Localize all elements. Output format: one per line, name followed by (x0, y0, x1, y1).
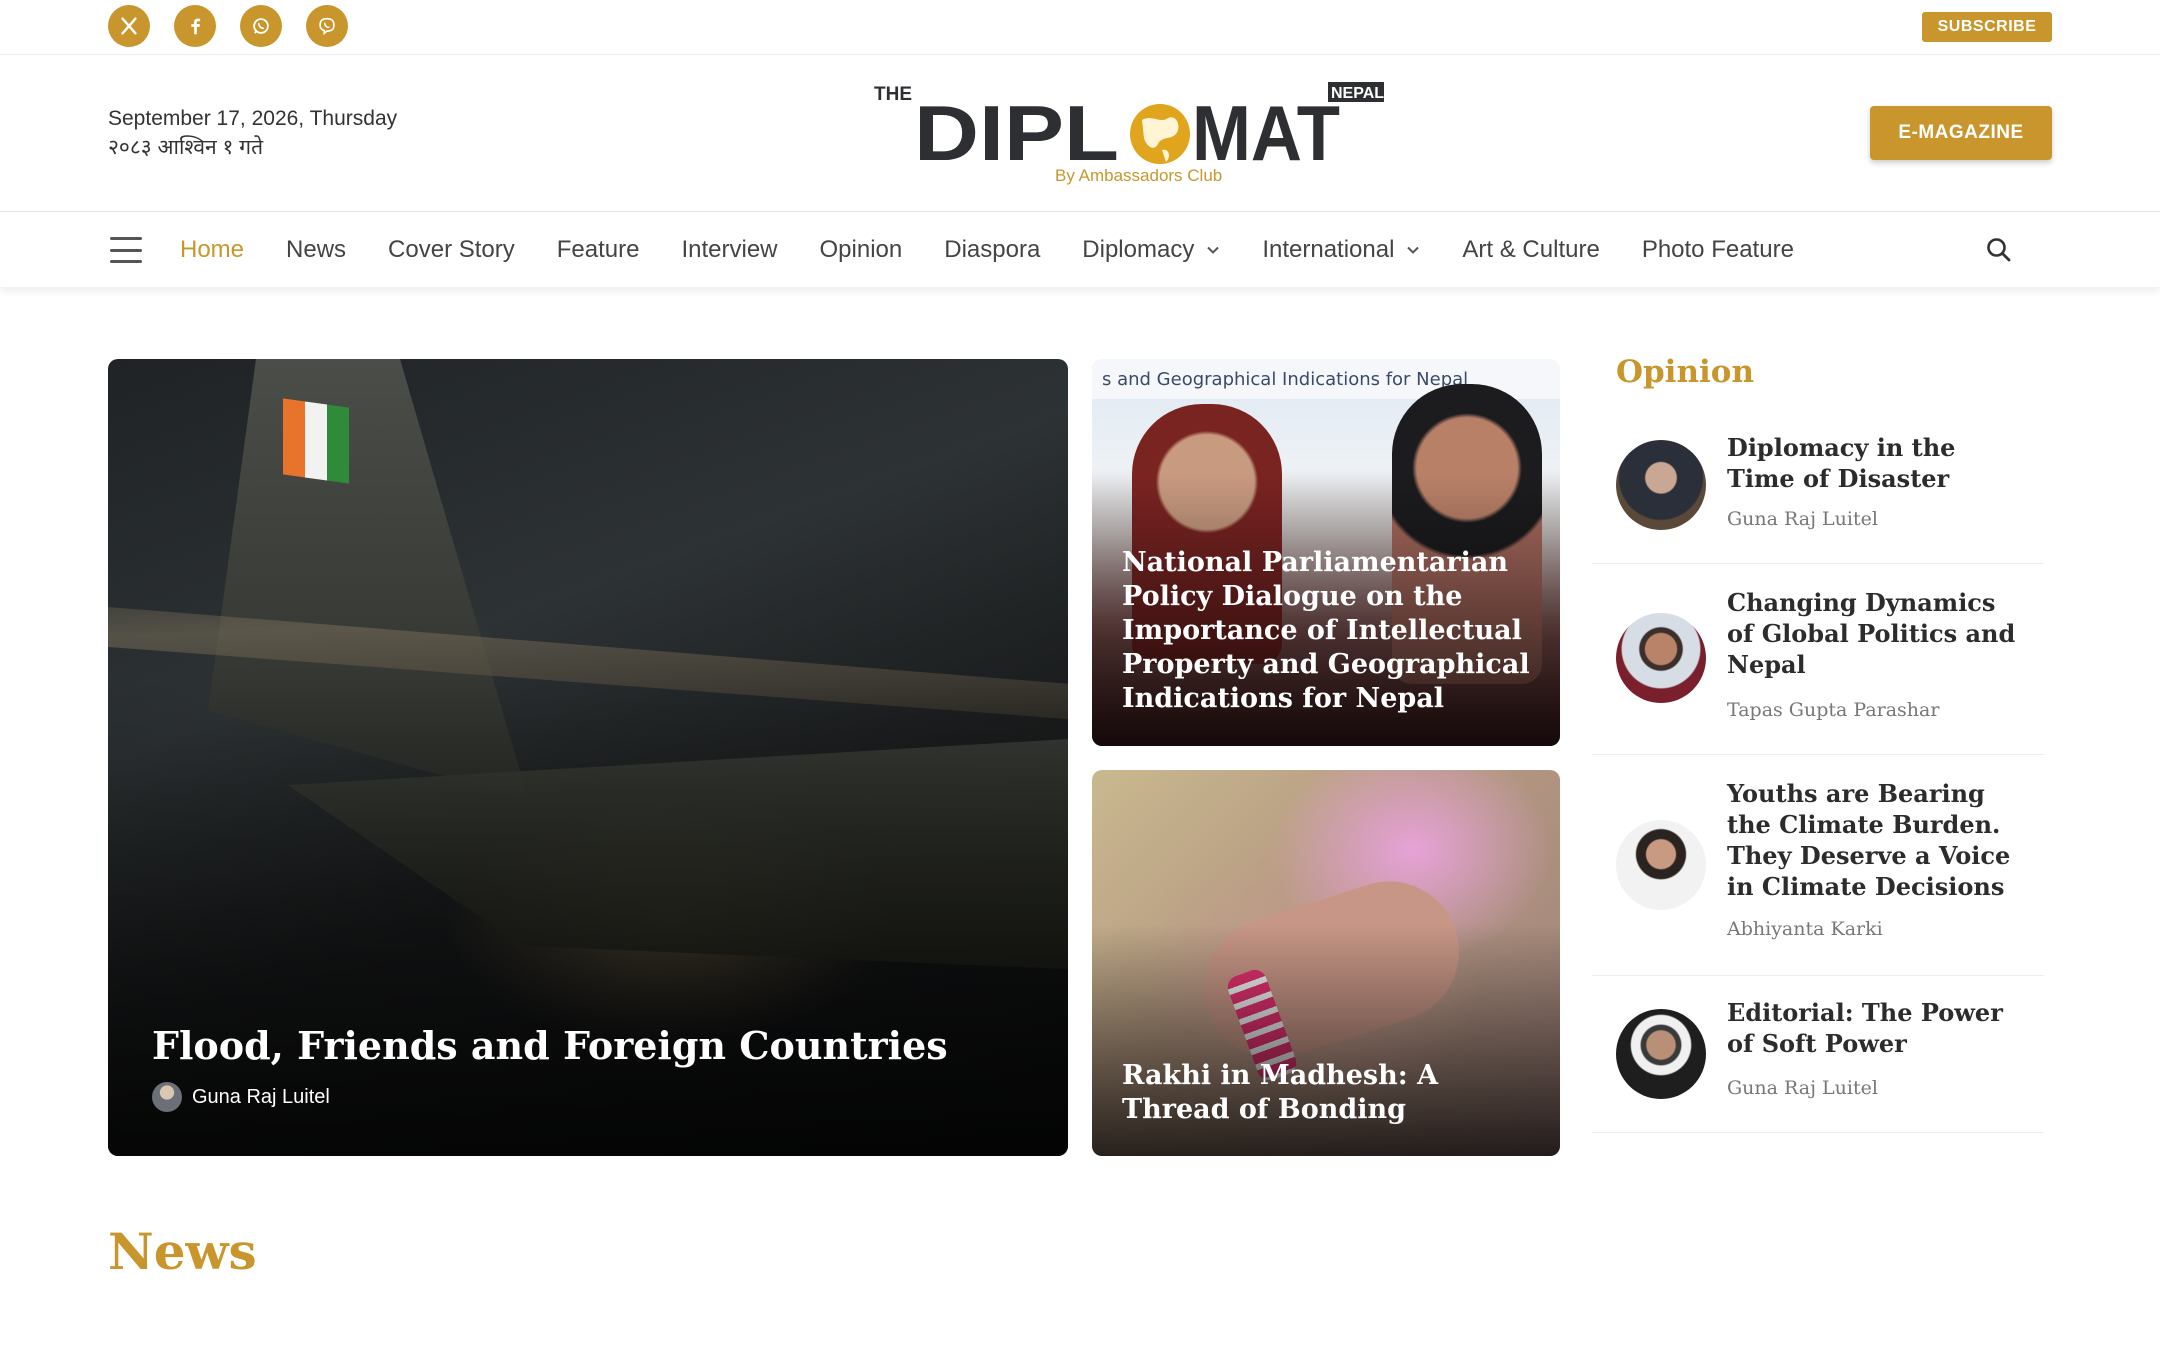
story-title[interactable]: National Parliamentarian Policy Dialogue… (1122, 546, 1534, 716)
opinion-item[interactable]: Diplomacy in the Time of Disaster Guna R… (1592, 420, 2044, 564)
logo-word-left: DIPL (914, 89, 1119, 177)
news-section-heading[interactable]: News (108, 1222, 257, 1281)
nav-item-opinion[interactable]: Opinion (820, 236, 903, 264)
nav-item-cover-story[interactable]: Cover Story (388, 236, 515, 264)
nav-item-international[interactable]: International (1262, 236, 1420, 264)
nav-item-interview[interactable]: Interview (681, 236, 777, 264)
nav-label: International (1262, 236, 1395, 263)
chevron-down-icon (1207, 246, 1220, 254)
site-logo[interactable]: THE DIPL MAT NEPAL By Ambassadors Club (870, 80, 1390, 190)
story-card-rakhi[interactable]: Rakhi in Madhesh: A Thread of Bonding (1092, 770, 1560, 1156)
opinion-author: Tapas Gupta Parashar (1727, 699, 1940, 721)
globe-icon (1130, 104, 1190, 164)
author-avatar (1616, 613, 1706, 703)
top-social-bar: SUBSCRIBE (0, 0, 2160, 55)
logo-the-text: THE (874, 84, 912, 105)
nav-item-photo-feature[interactable]: Photo Feature (1642, 236, 1794, 264)
nav-label: Diplomacy (1082, 236, 1195, 263)
opinion-title[interactable]: Youths are Bearing the Climate Burden. T… (1727, 778, 2027, 902)
nav-label: Diaspora (944, 236, 1041, 263)
nav-item-art-culture[interactable]: Art & Culture (1462, 236, 1599, 264)
nav-label: Home (180, 236, 245, 263)
e-magazine-button[interactable]: E-MAGAZINE (1870, 106, 2052, 160)
opinion-title[interactable]: Editorial: The Power of Soft Power (1727, 997, 2027, 1059)
date-display: September 17, 2026, Thursday २०८३ आश्विन… (108, 104, 397, 162)
nav-item-home[interactable]: Home (180, 236, 244, 264)
opinion-title[interactable]: Diplomacy in the Time of Disaster (1727, 432, 2027, 494)
date-nepali: २०८३ आश्विन १ गते (108, 136, 264, 159)
nav-label: Interview (681, 236, 778, 263)
opinion-author: Guna Raj Luitel (1727, 1077, 1878, 1099)
logo-country-text: NEPAL (1331, 85, 1384, 102)
logo-word-right: MAT (1192, 89, 1340, 177)
nav-label: Cover Story (388, 236, 515, 263)
nav-item-diaspora[interactable]: Diaspora (944, 236, 1040, 264)
nav-item-diplomacy[interactable]: Diplomacy (1082, 236, 1220, 264)
subscribe-button[interactable]: SUBSCRIBE (1922, 12, 2052, 42)
social-links (108, 5, 348, 47)
whatsapp-icon[interactable] (240, 5, 282, 47)
chevron-down-icon (1407, 246, 1420, 254)
x-icon[interactable] (108, 5, 150, 47)
nav-label: Art & Culture (1462, 236, 1600, 263)
main-navigation: Home News Cover Story Feature Interview … (0, 213, 2160, 287)
opinion-author: Guna Raj Luitel (1727, 508, 1878, 530)
author-name: Guna Raj Luitel (192, 1085, 330, 1108)
featured-story-author[interactable]: Guna Raj Luitel (152, 1082, 330, 1112)
nav-label: News (286, 236, 347, 263)
author-avatar (1616, 820, 1706, 910)
nav-label: Opinion (819, 236, 903, 263)
logo-byline: By Ambassadors Club (1055, 166, 1222, 185)
opinion-heading[interactable]: Opinion (1616, 354, 1754, 390)
opinion-author: Abhiyanta Karki (1727, 918, 1883, 940)
author-avatar (1616, 1009, 1706, 1099)
viber-icon[interactable] (306, 5, 348, 47)
opinion-item[interactable]: Editorial: The Power of Soft Power Guna … (1592, 977, 2044, 1133)
nav-items: Home News Cover Story Feature Interview … (180, 213, 1794, 287)
opinion-item[interactable]: Youths are Bearing the Climate Burden. T… (1592, 756, 2044, 976)
author-avatar (152, 1082, 182, 1112)
flag-image (283, 398, 349, 484)
facebook-icon[interactable] (174, 5, 216, 47)
story-card-policy-dialogue[interactable]: s and Geographical Indications for Nepal… (1092, 359, 1560, 746)
date-english: September 17, 2026, Thursday (108, 107, 398, 130)
nav-item-news[interactable]: News (286, 236, 346, 264)
opinion-title[interactable]: Changing Dynamics of Global Politics and… (1727, 587, 2027, 680)
author-avatar (1616, 440, 1706, 530)
nav-item-feature[interactable]: Feature (557, 236, 640, 264)
opinion-item[interactable]: Changing Dynamics of Global Politics and… (1592, 565, 2044, 755)
site-header: September 17, 2026, Thursday २०८३ आश्विन… (0, 56, 2160, 212)
search-icon[interactable] (1984, 235, 2014, 265)
featured-story-title[interactable]: Flood, Friends and Foreign Countries (152, 1023, 948, 1068)
story-title[interactable]: Rakhi in Madhesh: A Thread of Bonding (1122, 1059, 1534, 1127)
nav-label: Photo Feature (1641, 236, 1794, 263)
nav-label: Feature (556, 236, 640, 263)
featured-story-card[interactable]: Flood, Friends and Foreign Countries Gun… (108, 359, 1068, 1156)
hamburger-menu-icon[interactable] (110, 237, 142, 263)
